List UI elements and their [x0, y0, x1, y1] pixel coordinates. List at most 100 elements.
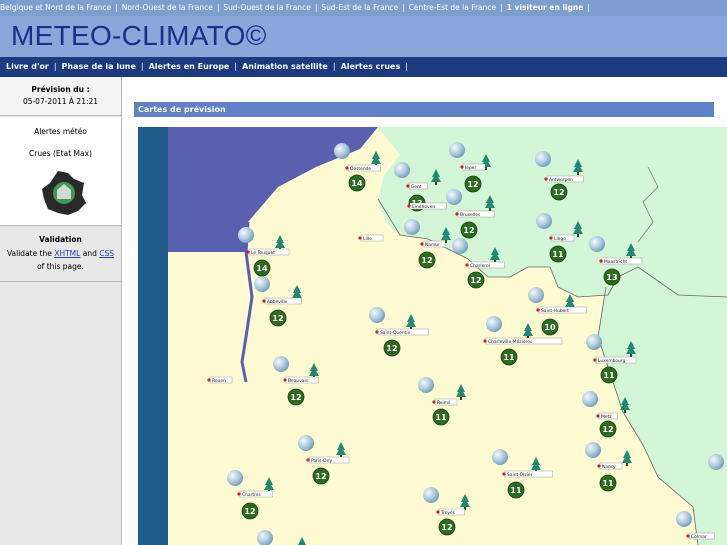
- city-label[interactable]: Saint-Dizier: [502, 470, 553, 478]
- city-label[interactable]: Charleroi: [465, 261, 505, 269]
- temperature-value: 14: [256, 264, 268, 273]
- city-label[interactable]: Rouen: [207, 376, 233, 384]
- temperature-value: 11: [552, 250, 564, 259]
- temperature-value: 11: [602, 479, 614, 488]
- city-label[interactable]: Saint-Quentin: [375, 328, 429, 336]
- sun-icon: [486, 316, 502, 332]
- city-label[interactable]: Oostende: [345, 164, 381, 172]
- city-label[interactable]: Lille: [358, 234, 384, 242]
- temperature-value: 12: [602, 425, 613, 434]
- city-label[interactable]: Namur: [420, 240, 446, 248]
- city-name: Eindhoven: [412, 204, 435, 210]
- city-label[interactable]: Luxembourg: [593, 356, 637, 364]
- floods-label: Crues (Etat Max): [29, 149, 92, 158]
- city-name: Ieper: [465, 165, 476, 171]
- top-region-bar: Belgique et Nord de la France | Nord-Ouest…: [0, 0, 727, 16]
- temperature-value: 10: [544, 323, 556, 332]
- city-name: Troyes: [440, 510, 456, 516]
- css-link[interactable]: CSS: [99, 249, 114, 258]
- region-link-north-west[interactable]: Nord-Ouest de la France: [122, 3, 213, 12]
- temperature-value: 12: [421, 256, 432, 265]
- sun-icon: [369, 307, 385, 323]
- sun-icon: [528, 287, 544, 303]
- forecast-map[interactable]: 1412131212121114131212101211111211121211…: [138, 127, 727, 545]
- city-name: Le Touquet: [251, 250, 275, 256]
- forecast-date: 05-07-2011 À 21:21: [22, 97, 99, 106]
- nav-satellite-animation[interactable]: Animation satellite: [242, 62, 328, 71]
- temperature-value: 12: [470, 276, 481, 285]
- city-label[interactable]: Metz: [596, 412, 618, 420]
- temperature-value: 12: [315, 472, 326, 481]
- temperature-value: 11: [435, 413, 447, 422]
- sun-icon: [452, 238, 468, 254]
- city-label[interactable]: Colmar: [686, 532, 715, 540]
- temperature-value: 11: [603, 371, 615, 380]
- sun-icon: [586, 334, 602, 350]
- city-label[interactable]: Antwerpen: [544, 175, 584, 183]
- nav-guestbook[interactable]: Livre d'or: [6, 62, 49, 71]
- city-name: Charleville-Mézières: [488, 338, 533, 345]
- nav-europe-alerts[interactable]: Alertes en Europe: [149, 62, 230, 71]
- sun-icon: [708, 454, 724, 470]
- city-name: Saint-Dizier: [507, 472, 533, 478]
- sun-icon: [273, 356, 289, 372]
- region-link-centre-east[interactable]: Centre-Est de la France: [409, 3, 497, 12]
- validation-prefix: Validate the: [7, 249, 52, 258]
- weather-alerts-box: Alertes météo Crues (Etat Max): [0, 117, 121, 226]
- validation-title: Validation: [39, 235, 82, 244]
- city-label[interactable]: Abbeville: [262, 297, 302, 305]
- city-name: Saint-Quentin: [380, 330, 411, 336]
- sun-icon: [404, 219, 420, 235]
- city-label[interactable]: Charleville-Mézières: [483, 338, 563, 345]
- region-link-south-west[interactable]: Sud-Ouest de la France: [223, 3, 310, 12]
- sun-icon: [334, 143, 350, 159]
- sun-icon: [535, 151, 551, 167]
- city-label[interactable]: Saint-Hubert: [536, 306, 587, 314]
- validation-and: and: [82, 249, 97, 258]
- city-name: Luxembourg: [598, 358, 626, 364]
- city-label[interactable]: Beauvais: [283, 376, 319, 384]
- map-left-strip: [138, 127, 168, 545]
- sun-icon: [589, 236, 605, 252]
- france-flood-map-icon[interactable]: [40, 169, 88, 217]
- city-label[interactable]: Troyes: [436, 508, 465, 516]
- city-label[interactable]: Gent: [406, 182, 428, 190]
- city-label[interactable]: Eindhoven: [407, 202, 447, 210]
- visitor-count: 1 visiteur en ligne: [506, 3, 584, 12]
- xhtml-link[interactable]: XHTML: [54, 249, 80, 258]
- city-label[interactable]: Liège: [549, 234, 575, 242]
- city-label[interactable]: Le Touquet: [246, 248, 290, 256]
- city-name: Metz: [601, 414, 612, 420]
- city-label[interactable]: Paris-Orly: [306, 456, 350, 464]
- temperature-value: 12: [553, 188, 564, 197]
- nav-moon-phase[interactable]: Phase de la lune: [62, 62, 136, 71]
- temperature-value: 12: [272, 314, 283, 323]
- city-label[interactable]: Maastricht: [599, 257, 643, 265]
- nav-flood-alerts[interactable]: Alertes crues: [341, 62, 401, 71]
- city-label[interactable]: Reims: [432, 398, 458, 406]
- sun-icon: [423, 487, 439, 503]
- city-label[interactable]: Ieper: [460, 163, 486, 171]
- city-label[interactable]: Chartres: [237, 490, 273, 498]
- sun-icon: [449, 142, 465, 158]
- region-link-south-east[interactable]: Sud-Est de la France: [321, 3, 398, 12]
- sun-icon: [394, 162, 410, 178]
- city-name: Paris-Orly: [311, 458, 333, 464]
- section-title: Cartes de prévision: [134, 102, 714, 117]
- site-title: METEO-CLIMATO©: [11, 20, 267, 51]
- city-name: Colmar: [691, 534, 707, 540]
- city-name: Bruxelles: [460, 212, 481, 218]
- sun-icon: [298, 435, 314, 451]
- temperature-value: 12: [463, 226, 474, 235]
- sun-icon: [446, 189, 462, 205]
- temperature-value: 11: [503, 353, 515, 362]
- temperature-value: 13: [606, 273, 617, 282]
- temperature-value: 11: [510, 486, 522, 495]
- city-name: Liège: [554, 235, 566, 242]
- temperature-value: 12: [441, 523, 452, 532]
- city-label[interactable]: Bruxelles: [455, 210, 495, 218]
- city-label[interactable]: Nancy: [597, 462, 623, 470]
- validation-line: Validate the XHTML and CSS: [0, 249, 121, 258]
- temperature-value: 12: [244, 507, 255, 516]
- region-link-belgium-north[interactable]: Belgique et Nord de la France: [0, 3, 111, 12]
